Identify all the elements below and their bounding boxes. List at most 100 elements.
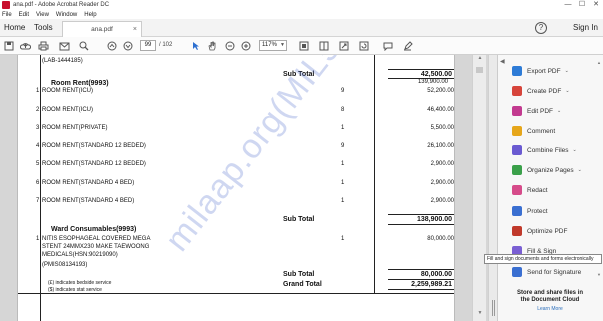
tool-edit-pdf[interactable]: Edit PDF ⌄ — [512, 105, 561, 117]
email-icon[interactable] — [58, 39, 70, 53]
title-bar: ana.pdf - Adobe Acrobat Reader DC — ☐ ✕ — [0, 0, 603, 10]
sign-in-link[interactable]: Sign In — [573, 19, 598, 37]
tool-label: Optimize PDF — [527, 227, 568, 235]
row-description: ROOM RENT(PRIVATE) — [42, 125, 108, 131]
combine-files-icon — [512, 145, 522, 155]
row-amount: 46,400.00 — [427, 107, 454, 113]
full-screen-icon[interactable] — [338, 39, 350, 53]
tool-export-pdf[interactable]: Export PDF ⌄ — [512, 65, 569, 77]
zoom-in-icon[interactable] — [240, 39, 252, 53]
tab-home[interactable]: Home — [4, 19, 25, 37]
tool-comment[interactable]: Comment — [512, 125, 555, 137]
fit-page-icon[interactable] — [298, 39, 310, 53]
upload-cloud-icon[interactable] — [19, 39, 31, 53]
tools-pane-scrollbar[interactable]: ▲ ▼ — [597, 60, 602, 280]
pdf-page: (LAB-1444185) Sub Total 42,500.00 139,90… — [17, 55, 455, 321]
tool-label: Send for Signature — [527, 268, 582, 276]
tab-tools[interactable]: Tools — [34, 19, 53, 37]
grand-total-rule — [388, 279, 454, 280]
document-scrollbar[interactable]: ▲ ▼ — [472, 55, 486, 321]
help-icon[interactable]: ? — [535, 22, 547, 34]
menu-help[interactable]: Help — [84, 12, 96, 18]
row-quantity: 9 — [341, 143, 345, 149]
tool-combine-files[interactable]: Combine Files ⌄ — [512, 144, 577, 156]
footer-rule — [18, 293, 454, 294]
row-quantity: 8 — [341, 107, 345, 113]
chevron-down-icon: ⌄ — [557, 108, 562, 114]
menu-edit[interactable]: Edit — [19, 12, 29, 18]
rotate-icon[interactable] — [358, 39, 370, 53]
page-number-input[interactable]: 99 — [140, 40, 156, 51]
tools-pane: ◀ Export PDF ⌄ Create PDF ⌄ Edit PDF ⌄ C… — [497, 55, 603, 321]
next-page-icon[interactable] — [122, 39, 134, 53]
room-subtotal-label-2: Sub Total — [283, 216, 315, 223]
chevron-down-icon: ⌄ — [565, 88, 570, 94]
document-viewport[interactable]: (LAB-1444185) Sub Total 42,500.00 139,90… — [0, 55, 488, 321]
close-button[interactable]: ✕ — [589, 0, 603, 10]
subtotal-rule — [388, 69, 454, 70]
sign-pen-icon[interactable] — [402, 39, 414, 53]
row-quantity: 9 — [341, 88, 345, 94]
previous-page-icon[interactable] — [106, 39, 118, 53]
collapse-pane-icon[interactable]: ◀ — [500, 58, 505, 65]
save-icon[interactable] — [3, 39, 15, 53]
row-quantity: 1 — [341, 198, 345, 204]
zoom-out-icon[interactable] — [224, 39, 236, 53]
tool-label: Organize Pages — [527, 166, 574, 174]
menu-window[interactable]: Window — [56, 12, 77, 18]
menu-view[interactable]: View — [36, 12, 49, 18]
scroll-up-icon[interactable]: ▲ — [473, 55, 487, 65]
row-number: 1 — [36, 88, 40, 94]
row-number: 5 — [36, 161, 40, 167]
running-total: 139,900.00 — [417, 79, 448, 85]
comment-icon[interactable] — [382, 39, 394, 53]
window-controls: — ☐ ✕ — [561, 0, 603, 10]
send-signature-icon — [512, 267, 522, 277]
row-amount: 2,900.00 — [430, 161, 454, 167]
fill-sign-tooltip: Fill and sign documents and forms electr… — [484, 254, 602, 264]
splitter-grip-icon[interactable] — [492, 300, 495, 316]
print-icon[interactable] — [37, 39, 49, 53]
tool-send-for-signature[interactable]: Send for Signature — [512, 266, 581, 278]
room-subtotal-value: 42,500.00 — [420, 71, 452, 78]
scroll-mode-icon[interactable] — [318, 39, 330, 53]
maximize-button[interactable]: ☐ — [575, 0, 589, 10]
scroll-thumb[interactable] — [476, 67, 483, 73]
zoom-value: 117% — [262, 42, 277, 48]
row-quantity: 1 — [341, 125, 345, 131]
chevron-down-icon: ▼ — [280, 42, 285, 48]
close-tab-icon[interactable]: × — [133, 26, 137, 33]
promo-line: Store and share files in — [516, 290, 584, 296]
search-icon[interactable] — [78, 39, 90, 53]
row-amount: 80,000.00 — [427, 236, 454, 242]
row-number: 4 — [36, 143, 40, 149]
tool-optimize-pdf[interactable]: Optimize PDF — [512, 225, 567, 237]
optimize-pdf-icon — [512, 226, 522, 236]
edit-pdf-icon — [512, 106, 522, 116]
tool-create-pdf[interactable]: Create PDF ⌄ — [512, 85, 570, 97]
chevron-down-icon: ⌄ — [577, 167, 582, 173]
row-number: 6 — [36, 180, 40, 186]
hand-tool-icon[interactable] — [206, 39, 218, 53]
grand-total-value: 2,259,989.21 — [411, 281, 452, 288]
tool-protect[interactable]: Protect — [512, 205, 548, 217]
tool-organize-pages[interactable]: Organize Pages ⌄ — [512, 164, 582, 176]
row-quantity: 1 — [341, 161, 345, 167]
select-cursor-icon[interactable] — [190, 39, 202, 53]
tool-label: Edit PDF — [527, 107, 554, 115]
scroll-down-icon[interactable]: ▼ — [473, 310, 487, 320]
tab-file[interactable]: ana.pdf × — [62, 21, 142, 37]
minimize-button[interactable]: — — [561, 0, 575, 10]
redact-icon — [512, 185, 522, 195]
ward-subtotal-rule — [388, 269, 454, 270]
scroll-up-icon[interactable]: ▲ — [597, 60, 601, 65]
panel-splitter[interactable] — [488, 55, 497, 321]
ward-subtotal-label: Sub Total — [283, 271, 315, 278]
scroll-down-icon[interactable]: ▼ — [597, 272, 601, 277]
chevron-down-icon: ⌄ — [564, 68, 569, 74]
menu-file[interactable]: File — [2, 12, 12, 18]
zoom-select[interactable]: 117% ▼ — [259, 40, 287, 51]
tool-redact[interactable]: Redact — [512, 184, 548, 196]
subtotal-rule-2 — [388, 214, 454, 215]
learn-more-link[interactable]: Learn More — [500, 306, 600, 312]
